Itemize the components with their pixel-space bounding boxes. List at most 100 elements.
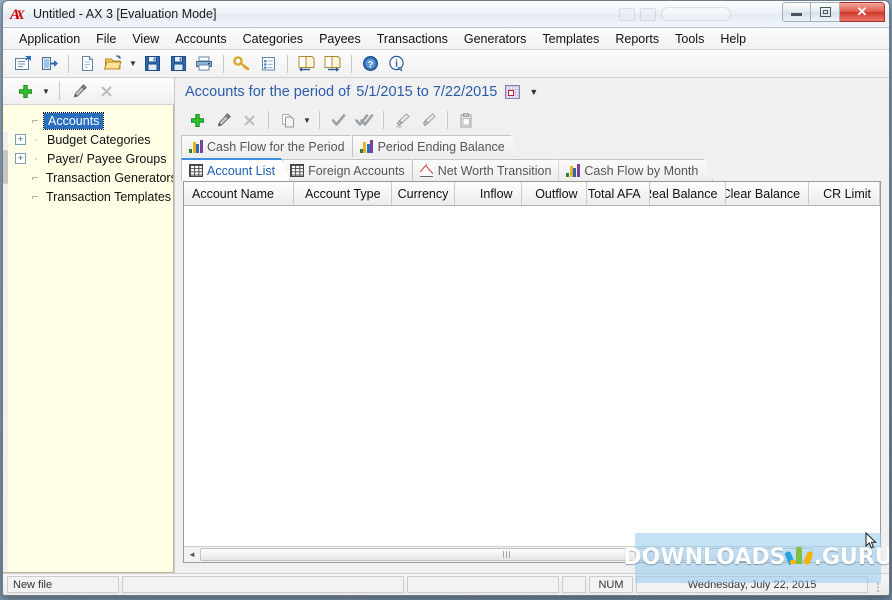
mark-cleared-button[interactable] <box>326 108 351 132</box>
menu-item-help[interactable]: Help <box>712 30 754 48</box>
app-logo-icon: A X <box>9 5 27 23</box>
menu-item-accounts[interactable]: Accounts <box>167 30 234 48</box>
add-dropdown-caret-icon[interactable]: ▼ <box>40 79 52 103</box>
tab-cash-flow-by-month[interactable]: Cash Flow by Month <box>558 159 713 181</box>
navigation-tree[interactable]: ⌐ Accounts + · Budget Categories + · Pay… <box>3 105 174 573</box>
tab-cash-flow-for-the-period[interactable]: Cash Flow for the Period <box>181 135 360 157</box>
menu-item-application[interactable]: Application <box>11 30 88 48</box>
open-file-button[interactable] <box>101 52 126 76</box>
properties-button[interactable] <box>11 52 36 76</box>
tree-item-transaction-templates[interactable]: ⌐ Transaction Templates <box>3 187 173 206</box>
tab-period-ending-balance[interactable]: Period Ending Balance <box>352 135 520 157</box>
scroll-thumb[interactable] <box>200 548 812 561</box>
save-as-button[interactable] <box>166 52 191 76</box>
tab-label: Foreign Accounts <box>308 163 405 178</box>
column-header-cr-limit[interactable]: CR Limit <box>809 182 880 205</box>
menu-item-reports[interactable]: Reports <box>607 30 667 48</box>
menu-item-transactions[interactable]: Transactions <box>369 30 456 48</box>
toolbar-separator <box>68 54 69 73</box>
print-button[interactable] <box>192 52 217 76</box>
about-info-button[interactable]: i <box>384 52 409 76</box>
maximize-button[interactable] <box>811 2 840 22</box>
account-add-button[interactable] <box>185 108 210 132</box>
background-window-ghost <box>619 5 769 23</box>
column-header-account-type[interactable]: Account Type <box>294 182 393 205</box>
account-edit-button[interactable] <box>211 108 236 132</box>
resize-grip[interactable] <box>871 576 885 593</box>
menu-item-generators[interactable]: Generators <box>456 30 535 48</box>
window-controls: ✕ <box>782 2 885 22</box>
tree-item-transaction-generators[interactable]: ⌐ Transaction Generators <box>3 168 173 187</box>
menu-item-categories[interactable]: Categories <box>235 30 311 48</box>
menu-item-tools[interactable]: Tools <box>667 30 712 48</box>
export-button[interactable] <box>320 52 345 76</box>
delete-x-icon <box>244 114 255 126</box>
bar-chart-icon <box>360 140 374 153</box>
mark-all-cleared-button[interactable] <box>352 108 377 132</box>
format-copy-button[interactable] <box>390 108 415 132</box>
content-pane: Accounts for the period of 5/1/2015 to 7… <box>175 78 889 573</box>
tab-account-list[interactable]: Account List <box>181 158 290 181</box>
close-button[interactable]: ✕ <box>840 2 885 22</box>
menu-item-templates[interactable]: Templates <box>534 30 607 48</box>
nav-scroll-thumb[interactable] <box>3 150 8 184</box>
new-file-icon <box>82 56 93 71</box>
account-delete-button[interactable] <box>237 108 262 132</box>
tab-net-worth-transition[interactable]: Net Worth Transition <box>412 159 567 181</box>
help-button[interactable]: ? <box>358 52 383 76</box>
main-toolbar: ▼ ? i <box>3 50 889 78</box>
format-apply-button[interactable] <box>416 108 441 132</box>
status-file-state: New file <box>7 576 119 593</box>
column-header-account-name[interactable]: Account Name <box>184 182 295 205</box>
tree-item-budget-categories[interactable]: + · Budget Categories <box>3 130 173 149</box>
print-icon <box>196 56 212 71</box>
expander-plus-icon[interactable]: + <box>15 134 26 145</box>
minimize-button[interactable] <box>782 2 811 22</box>
column-header-currency[interactable]: Currency <box>392 182 455 205</box>
tab-foreign-accounts[interactable]: Foreign Accounts <box>282 159 420 181</box>
toolbar-separator <box>319 111 320 129</box>
menu-item-file[interactable]: File <box>88 30 124 48</box>
table-body[interactable] <box>184 206 880 546</box>
nav-delete-button[interactable] <box>94 79 119 103</box>
column-header-total-afa[interactable]: Total AFA <box>587 182 650 205</box>
paste-button[interactable] <box>454 108 479 132</box>
close-icon: ✕ <box>856 4 868 19</box>
info-icon: i <box>389 55 404 72</box>
nav-edit-button[interactable] <box>67 79 92 103</box>
password-key-button[interactable] <box>230 52 255 76</box>
new-file-button[interactable] <box>75 52 100 76</box>
copy-dropdown-caret-icon[interactable]: ▼ <box>301 108 313 132</box>
paste-icon <box>460 112 472 127</box>
copy-button[interactable] <box>275 108 300 132</box>
column-header-real-balance[interactable]: Real Balance <box>650 182 727 205</box>
column-header-inflow[interactable]: Inflow <box>455 182 522 205</box>
delete-x-icon <box>101 85 112 97</box>
expander-plus-icon[interactable]: + <box>15 153 26 164</box>
scroll-left-arrow-icon[interactable]: ◄ <box>184 547 200 562</box>
toolbar-separator <box>383 111 384 129</box>
tree-item-label: Transaction Generators <box>46 170 174 185</box>
menu-item-view[interactable]: View <box>124 30 167 48</box>
period-dropdown-caret-icon[interactable]: ▼ <box>529 87 538 97</box>
table-horizontal-scrollbar[interactable]: ◄ <box>184 546 880 562</box>
import-button[interactable] <box>294 52 319 76</box>
nav-add-button[interactable] <box>13 79 38 103</box>
menu-item-payees[interactable]: Payees <box>311 30 369 48</box>
exit-button[interactable] <box>37 52 62 76</box>
nav-vertical-scrollbar[interactable] <box>3 132 8 572</box>
resize-grip-icon <box>876 582 880 593</box>
scroll-track[interactable] <box>200 547 880 562</box>
tree-connector-icon: · <box>34 152 38 165</box>
tree-item-accounts[interactable]: ⌐ Accounts <box>3 111 173 130</box>
register-button[interactable] <box>256 52 281 76</box>
tree-item-payer-payee-groups[interactable]: + · Payer/ Payee Groups <box>3 149 173 168</box>
column-header-outflow[interactable]: Outflow <box>522 182 587 205</box>
column-header-clear-balance[interactable]: Clear Balance <box>726 182 810 205</box>
open-dropdown-caret-icon[interactable]: ▼ <box>127 52 139 76</box>
period-header: Accounts for the period of 5/1/2015 to 7… <box>175 78 889 106</box>
tree-item-label: Budget Categories <box>47 132 151 147</box>
exit-icon <box>42 57 58 70</box>
save-button[interactable] <box>140 52 165 76</box>
calendar-grid-icon[interactable] <box>505 85 521 99</box>
